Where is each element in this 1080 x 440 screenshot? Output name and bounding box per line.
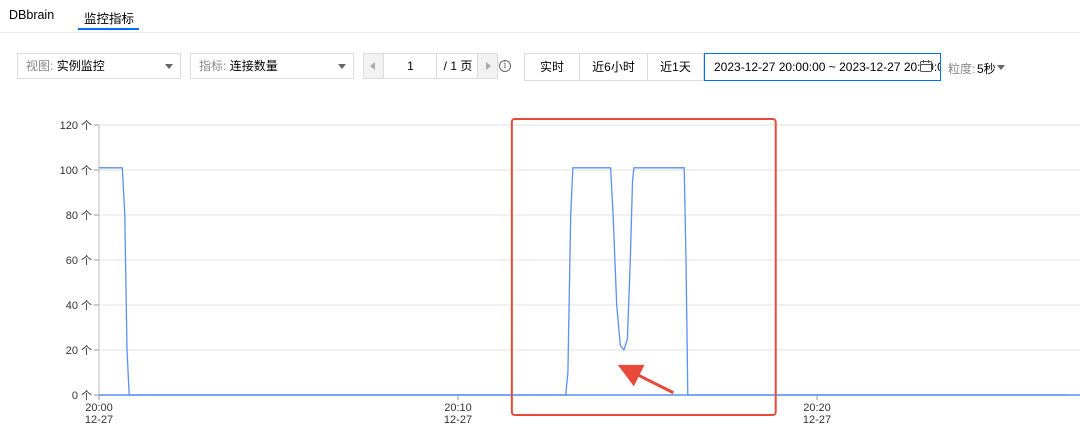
metric-select[interactable]: 指标: 连接数量 [190,53,354,79]
view-select[interactable]: 视图: 实例监控 [17,53,181,79]
y-tick-label: 80 个 [66,209,92,222]
chevron-left-icon [370,62,375,70]
page-number-input[interactable] [385,54,437,78]
granularity-label: 粒度: [948,62,976,76]
chevron-down-icon [165,64,173,69]
chevron-down-icon [338,64,346,69]
metric-select-value: 连接数量 [229,59,278,73]
y-tick-label: 60 个 [66,254,92,267]
annotation-arrow-icon [617,364,675,395]
tab-dbbrain[interactable]: DBbrain [9,8,54,22]
x-tick-time: 20:10 [444,402,472,414]
view-select-prefix: 视图: [26,59,54,73]
x-tick-time: 20:20 [803,402,831,414]
pagination: / 1 页 [363,53,498,79]
granularity-select[interactable]: 5秒 [977,60,996,77]
connections-chart: 0 个20 个40 个60 个80 个100 个120 个 20:0012-27… [60,118,1080,426]
tab-bar: DBbrain 监控指标 [0,0,1080,33]
y-tick-label: 20 个 [66,344,92,357]
x-tick-time: 20:00 [85,402,113,414]
x-tick-date: 12-27 [444,414,472,426]
connections-series-line [99,167,1069,396]
range-realtime-button[interactable]: 实时 [524,53,580,81]
range-1d-button[interactable]: 近1天 [648,53,704,81]
active-tab-indicator [78,28,139,30]
next-page-button[interactable] [477,54,497,78]
tab-monitoring-metrics[interactable]: 监控指标 [84,8,134,27]
calendar-icon[interactable] [919,59,933,73]
range-6h-button[interactable]: 近6小时 [580,53,648,81]
y-tick-label: 100 个 [60,164,92,177]
y-tick-label: 40 个 [66,299,92,312]
chevron-down-icon[interactable] [997,65,1005,70]
view-select-value: 实例监控 [56,59,105,73]
chevron-right-icon [486,62,491,70]
x-tick-date: 12-27 [85,414,113,426]
y-tick-label: 120 个 [60,119,92,132]
highlight-box [510,118,777,416]
metric-select-prefix: 指标: [199,59,227,73]
y-tick-label: 0 个 [72,389,92,402]
info-icon[interactable]: i [499,60,511,72]
page-total: / 1 页 [443,59,473,73]
date-range-picker[interactable]: 2023-12-27 20:00:00 ~ 2023-12-27 20:30:0… [704,53,941,81]
prev-page-button[interactable] [364,54,384,78]
x-tick-date: 12-27 [803,414,831,426]
